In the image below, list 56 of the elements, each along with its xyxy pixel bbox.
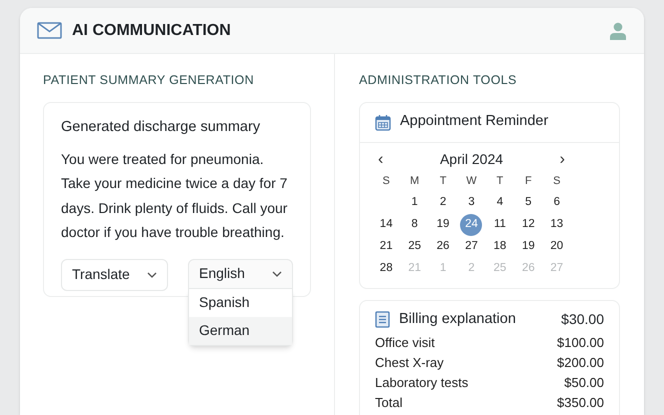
calendar-day[interactable]: 18 (488, 236, 511, 258)
language-option[interactable]: Spanish (189, 288, 292, 316)
calendar-day[interactable]: 20 (546, 236, 568, 258)
calendar-day[interactable]: 21 (375, 236, 398, 258)
card-title: Billing explanation (399, 310, 516, 329)
card-title: Appointment Reminder (400, 112, 548, 132)
calendar-day[interactable]: 19 (517, 236, 540, 258)
weekday-label: F (524, 174, 533, 189)
billing-item-amount: $100.00 (557, 334, 604, 352)
calendar-day[interactable]: 5 (517, 192, 540, 214)
calendar-day[interactable]: 12 (517, 214, 540, 236)
billing-item-amount: $200.00 (557, 354, 604, 372)
calendar-day[interactable]: 3 (460, 192, 482, 214)
user-icon[interactable] (609, 22, 627, 40)
calendar-day[interactable]: 2 (432, 192, 454, 214)
mail-icon (37, 22, 62, 39)
billing-item-label: Total (375, 394, 402, 412)
weekday-label: W (465, 174, 478, 189)
calendar-day[interactable]: 27 (460, 236, 482, 258)
document-icon (375, 311, 390, 328)
weekday-label: S (552, 174, 562, 189)
billing-amount: $30.00 (561, 310, 604, 330)
calendar-day[interactable]: 6 (546, 192, 568, 214)
language-option[interactable]: German (189, 316, 292, 344)
billing-item-label: Office visit (375, 334, 435, 352)
weekday-label: S (382, 174, 391, 189)
translate-select[interactable]: Translate (61, 258, 168, 290)
calendar-day[interactable]: 19 (432, 214, 454, 236)
summary-text: You were treated for pneumonia. Take your medicine twice a day for 7 days. Drink plenty of fluids. Call your doctor if you have trouble breathing. (61, 150, 288, 242)
calendar-day[interactable]: 25 (404, 236, 426, 258)
billing-item-label: Laboratory tests (375, 374, 468, 392)
billing-item-amount: $350.00 (557, 394, 604, 412)
card-title: Generated discharge summary (61, 118, 262, 137)
billing-item-label: Chest X-ray (375, 354, 444, 372)
chevron-down-icon (272, 270, 282, 276)
calendar-day[interactable]: 1 (404, 192, 426, 214)
calendar-day[interactable]: 4 (488, 192, 511, 214)
calendar-day[interactable]: 28 (375, 258, 398, 280)
section-heading: ADMINISTRATION TOOLS (359, 72, 518, 89)
section-heading: PATIENT SUMMARY GENERATION (43, 72, 255, 89)
calendar-day[interactable]: 8 (404, 214, 426, 236)
calendar-icon (375, 114, 391, 131)
previous-month-button[interactable]: ‹ (374, 148, 388, 172)
calendar-day[interactable]: 13 (546, 214, 568, 236)
weekday-label: T (438, 174, 448, 189)
weekday-label: T (496, 174, 504, 189)
language-select[interactable]: English (188, 258, 293, 288)
calendar-day[interactable]: 11 (488, 214, 511, 236)
app-title: AI COMMUNICATION (72, 20, 231, 40)
calendar-day[interactable]: 14 (375, 214, 398, 236)
billing-item-amount: $50.00 (564, 374, 604, 392)
next-month-button[interactable]: › (556, 148, 569, 172)
chevron-down-icon (147, 272, 157, 278)
month-label: April 2024 (440, 150, 504, 170)
calendar-day[interactable]: 26 (432, 236, 454, 258)
weekday-label: M (409, 174, 420, 189)
